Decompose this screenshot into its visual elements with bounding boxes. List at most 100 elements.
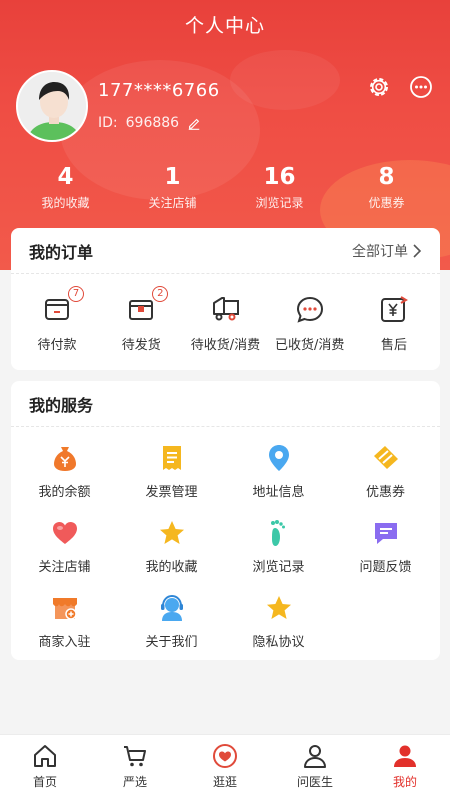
service-label: 我的收藏 (145, 560, 198, 575)
order-received[interactable]: 已收货/消费 (268, 294, 352, 353)
service-about-us[interactable]: 关于我们 (118, 593, 225, 650)
order-label: 售后 (380, 338, 407, 353)
home-icon (34, 745, 56, 767)
more-icon[interactable] (408, 74, 434, 100)
service-followed-stores[interactable]: 关注店铺 (11, 518, 118, 575)
tab-selected[interactable]: 严选 (90, 735, 180, 800)
doctor-icon (304, 745, 326, 768)
service-merchant-join[interactable]: 商家入驻 (11, 593, 118, 650)
heart-icon (52, 522, 77, 544)
yen-refund-icon (381, 296, 408, 322)
stat-value: 4 (57, 164, 74, 190)
all-orders-link[interactable]: 全部订单 (352, 241, 422, 261)
headset-icon (160, 594, 183, 621)
tab-label: 问医生 (296, 775, 333, 789)
order-label: 待发货 (121, 338, 161, 353)
order-pending-receipt[interactable]: 待收货/消费 (184, 294, 268, 353)
service-balance[interactable]: 我的余额 (11, 443, 118, 500)
tab-home[interactable]: 首页 (0, 735, 90, 800)
order-count-badge: 2 (152, 286, 169, 302)
all-orders-label: 全部订单 (352, 243, 408, 260)
service-label: 问题反馈 (359, 560, 412, 575)
decor-blob (230, 50, 340, 110)
truck-icon (212, 297, 239, 321)
package-icon (129, 300, 154, 320)
services-grid: 我的余额 发票管理 地址信息 优惠券 关注店铺 我的收藏 浏览记录 问题反馈 商… (11, 427, 440, 650)
chat-dots-icon (296, 296, 323, 323)
coupon-icon (373, 446, 398, 469)
stat-label: 浏览记录 (255, 196, 304, 210)
order-after-sales[interactable]: 售后 (352, 294, 436, 353)
order-status-row: 7 待付款 2 待发货 待收货/消费 已收货/消费 售后 (11, 274, 440, 353)
orders-title: 我的订单 (29, 242, 94, 262)
service-history[interactable]: 浏览记录 (225, 518, 332, 575)
service-label: 商家入驻 (38, 635, 91, 650)
stat-favorites[interactable]: 4 我的收藏 (12, 162, 119, 211)
order-label: 已收货/消费 (275, 338, 345, 353)
tab-label: 逛逛 (212, 775, 237, 789)
chevron-right-icon (413, 243, 422, 258)
money-bag-icon (53, 447, 76, 471)
service-invoice[interactable]: 发票管理 (118, 443, 225, 500)
order-count-badge: 7 (68, 286, 84, 302)
service-label: 我的余额 (38, 485, 91, 500)
invoice-icon (162, 446, 181, 470)
service-address[interactable]: 地址信息 (225, 443, 332, 500)
user-icon (394, 745, 416, 767)
user-id-value: 696886 (125, 115, 180, 131)
service-coupons[interactable]: 优惠券 (332, 443, 439, 500)
gear-icon[interactable] (366, 74, 392, 100)
service-label: 隐私协议 (252, 635, 305, 650)
tab-ask-doctor[interactable]: 问医生 (270, 735, 360, 800)
order-pending-shipment[interactable]: 2 待发货 (99, 286, 183, 353)
tab-label: 严选 (122, 775, 147, 789)
tab-browse[interactable]: 逛逛 (180, 735, 270, 800)
service-label: 优惠券 (365, 485, 405, 500)
stat-followed-stores[interactable]: 1 关注店铺 (119, 162, 226, 211)
services-card: 我的服务 我的余额 发票管理 地址信息 优惠券 关注店铺 我的收藏 浏览记录 问… (11, 381, 440, 660)
stat-value: 1 (164, 164, 181, 190)
order-label: 待付款 (37, 338, 77, 353)
tab-label: 我的 (392, 775, 417, 789)
wallet-icon (45, 299, 69, 320)
store-icon (52, 598, 77, 620)
tab-label: 首页 (32, 775, 57, 789)
stat-history[interactable]: 16 浏览记录 (226, 162, 333, 211)
service-label: 发票管理 (145, 485, 198, 500)
stat-value: 16 (263, 164, 296, 190)
stat-label: 优惠券 (368, 196, 405, 210)
stats-row: 4 我的收藏 1 关注店铺 16 浏览记录 8 优惠券 (0, 162, 450, 211)
avatar[interactable] (16, 70, 88, 142)
user-id: ID: 696886 (98, 115, 201, 131)
user-phone: 177****6766 (98, 80, 220, 101)
service-label: 关于我们 (145, 635, 198, 650)
page-title: 个人中心 (184, 14, 265, 37)
cart-icon (124, 746, 146, 767)
stat-label: 关注店铺 (148, 196, 197, 210)
heart-chat-icon (213, 744, 237, 768)
tab-mine[interactable]: 我的 (360, 735, 450, 800)
star-icon (159, 521, 184, 544)
service-feedback[interactable]: 问题反馈 (332, 518, 439, 575)
service-privacy[interactable]: 隐私协议 (225, 593, 332, 650)
stat-coupons[interactable]: 8 优惠券 (333, 162, 440, 211)
stat-label: 我的收藏 (41, 196, 90, 210)
services-title: 我的服务 (29, 395, 94, 415)
bottom-tab-bar: 首页 严选 逛逛 问医生 我的 (0, 734, 450, 800)
orders-card: 我的订单 全部订单 7 待付款 2 待发货 待收货/消费 已收货/消费 售后 (11, 228, 440, 370)
edit-icon[interactable] (187, 116, 201, 130)
user-id-label: ID: (98, 115, 118, 131)
stat-value: 8 (378, 164, 395, 190)
services-header: 我的服务 (11, 381, 440, 427)
feedback-icon (374, 523, 397, 544)
footprint-icon (270, 520, 285, 546)
location-pin-icon (268, 445, 289, 471)
orders-header: 我的订单 全部订单 (11, 228, 440, 274)
order-pending-payment[interactable]: 7 待付款 (15, 286, 99, 353)
star-icon (266, 596, 291, 619)
service-label: 关注店铺 (38, 560, 91, 575)
service-label: 浏览记录 (252, 560, 305, 575)
service-favorites[interactable]: 我的收藏 (118, 518, 225, 575)
service-label: 地址信息 (252, 485, 305, 500)
order-label: 待收货/消费 (190, 338, 261, 353)
